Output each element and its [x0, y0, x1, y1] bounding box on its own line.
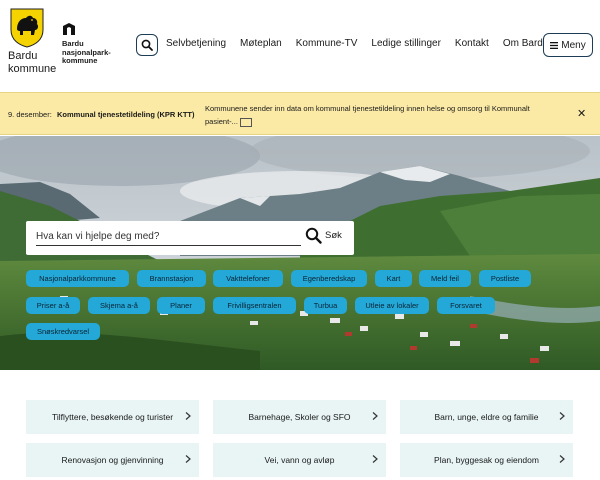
quick-link-meld-feil[interactable]: Meld feil [419, 270, 471, 287]
quick-link-vakttelefoner[interactable]: Vakttelefoner [213, 270, 283, 287]
category-card-barn-unge[interactable]: Barn, unge, eldre og familie [400, 400, 573, 434]
quick-link-kart[interactable]: Kart [375, 270, 412, 287]
search-panel: Søk [26, 221, 354, 255]
quick-link-frivilligsentralen[interactable]: Frivilligsentralen [213, 297, 296, 314]
chevron-right-icon [372, 412, 378, 420]
chevron-right-icon [372, 455, 378, 463]
category-card-vei-vann[interactable]: Vei, vann og avløp [213, 443, 386, 477]
expand-box-icon[interactable] [239, 117, 252, 127]
quick-link-forsvaret[interactable]: Forsvaret [437, 297, 495, 314]
category-card-barnehage[interactable]: Barnehage, Skoler og SFO [213, 400, 386, 434]
nav-kontakt[interactable]: Kontakt [455, 38, 489, 49]
alert-title[interactable]: Kommunal tjenestetildeling (KPR KTT) [57, 110, 195, 119]
nav-kommune-tv[interactable]: Kommune-TV [296, 38, 358, 49]
menu-label: Meny [561, 39, 586, 51]
search-icon [305, 227, 322, 244]
nav-om-bardu[interactable]: Om Bardu [503, 38, 549, 49]
quick-link-nasjonalparkkommune[interactable]: Nasjonalparkkommune [26, 270, 129, 287]
alert-body-line-2: pasient-... [205, 117, 238, 126]
quick-link-snoskredvarsel[interactable]: Snøskredvarsel [26, 323, 100, 340]
category-label: Plan, byggesak og eiendom [434, 455, 539, 465]
quick-link-turbua[interactable]: Turbua [304, 297, 347, 314]
hamburger-icon [550, 41, 559, 49]
category-label: Barnehage, Skoler og SFO [248, 412, 351, 422]
alert-body-line-1: Kommunene sender inn data om kommunal tj… [205, 104, 530, 113]
quick-link-utleie-av-lokaler[interactable]: Utleie av lokaler [355, 297, 429, 314]
logo-line-1: Bardu [8, 50, 38, 62]
alert-banner: 9. desember: Kommunal tjenestetildeling … [0, 92, 600, 135]
logo-name: Bardu kommune [8, 50, 60, 76]
quick-link-priser[interactable]: Priser a-å [26, 297, 80, 314]
quick-link-skjema[interactable]: Skjema a-å [88, 297, 150, 314]
nav-ledige-stillinger[interactable]: Ledige stillinger [371, 38, 441, 49]
np-line-3: kommune [62, 56, 98, 65]
hero-section: Søk Nasjonalparkkommune Brannstasjon Vak… [0, 136, 600, 370]
quick-link-egenberedskap[interactable]: Egenberedskap [291, 270, 367, 287]
search-icon [141, 39, 153, 51]
search-submit-label: Søk [325, 230, 342, 241]
chevron-right-icon [185, 412, 191, 420]
header-search-button[interactable] [136, 34, 158, 56]
alert-date: 9. desember: [8, 110, 52, 119]
search-input[interactable] [36, 228, 301, 246]
search-submit-button[interactable]: Søk [305, 227, 342, 244]
nasjonalpark-logo[interactable]: Bardu nasjonalpark- kommune [62, 22, 122, 66]
alert-body-line-2-wrap: pasient-... [205, 115, 565, 128]
chevron-right-icon [559, 455, 565, 463]
category-label: Renovasjon og gjenvinning [61, 455, 164, 465]
category-grid: Tilflyttere, besøkende og turister Barne… [0, 370, 600, 480]
main-nav: Selvbetjening Møteplan Kommune-TV Ledige… [166, 38, 548, 49]
category-card-plan-byggesak[interactable]: Plan, byggesak og eiendom [400, 443, 573, 477]
bardu-kommune-logo[interactable]: Bardu kommune [8, 8, 60, 76]
category-label: Barn, unge, eldre og familie [434, 412, 539, 422]
close-icon[interactable]: ✕ [577, 107, 586, 120]
national-park-mark-icon [63, 23, 75, 35]
logo-line-2: kommune [8, 63, 57, 75]
quick-link-planer[interactable]: Planer [157, 297, 205, 314]
chevron-right-icon [185, 455, 191, 463]
category-label: Vei, vann og avløp [264, 455, 335, 465]
category-card-tilflyttere[interactable]: Tilflyttere, besøkende og turister [26, 400, 199, 434]
quick-link-brannstasjon[interactable]: Brannstasjon [137, 270, 206, 287]
nav-moteplan[interactable]: Møteplan [240, 38, 282, 49]
category-label: Tilflyttere, besøkende og turister [51, 412, 174, 422]
menu-button[interactable]: Meny [543, 33, 593, 57]
crest-icon [10, 8, 44, 48]
alert-body: Kommunene sender inn data om kommunal tj… [205, 102, 565, 128]
nav-selvbetjening[interactable]: Selvbetjening [166, 38, 226, 49]
site-header: Bardu kommune Bardu nasjonalpark- kommun… [0, 0, 600, 90]
chevron-right-icon [559, 412, 565, 420]
category-card-renovasjon[interactable]: Renovasjon og gjenvinning [26, 443, 199, 477]
quick-link-postliste[interactable]: Postliste [479, 270, 531, 287]
nasjonalpark-text: Bardu nasjonalpark- kommune [62, 39, 122, 66]
